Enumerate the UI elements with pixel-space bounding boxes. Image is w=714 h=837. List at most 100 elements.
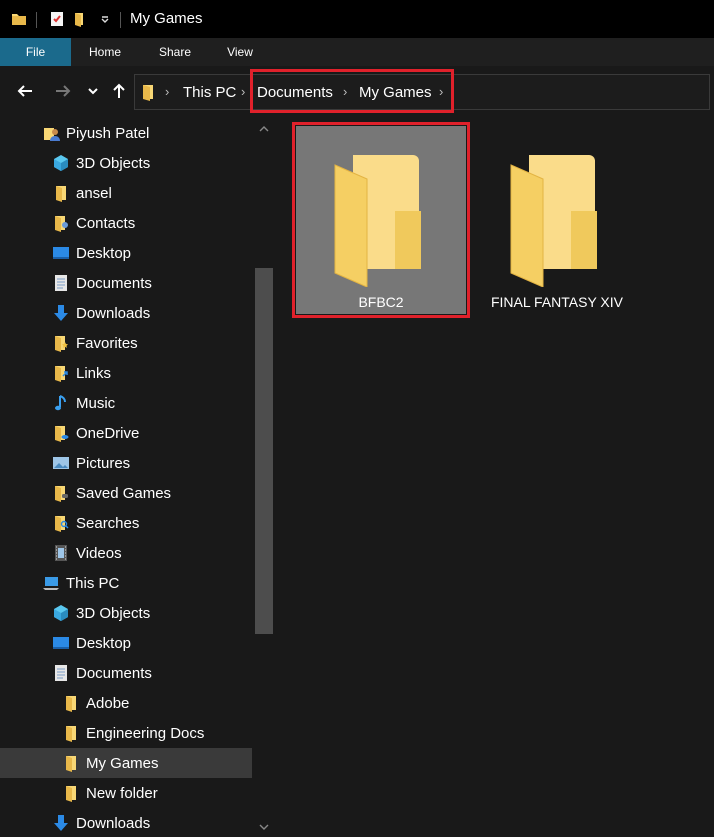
folder-tile-bfbc2[interactable]: BFBC2 <box>296 126 466 314</box>
nav-item-label: Desktop <box>76 635 132 652</box>
up-button[interactable] <box>108 78 130 104</box>
breadcrumb-documents[interactable]: Documents <box>257 84 333 101</box>
folder-icon <box>52 184 70 202</box>
nav-item-label: Desktop <box>76 245 132 262</box>
folder-icon <box>62 754 80 772</box>
scroll-up-icon[interactable] <box>257 122 271 136</box>
nav-scrollbar[interactable] <box>253 118 275 837</box>
nav-item-label: 3D Objects <box>76 155 151 172</box>
nav-item-3d-objects[interactable]: 3D Objects <box>0 598 252 628</box>
nav-item-documents[interactable]: Documents <box>0 658 252 688</box>
folder-name: FINAL FANTASY XIV <box>490 294 623 310</box>
document-icon <box>52 274 70 292</box>
nav-item-pictures[interactable]: Pictures <box>0 448 252 478</box>
navigation-pane: Piyush Patel 3D Objects ansel Contacts D… <box>0 118 276 837</box>
nav-item-onedrive[interactable]: OneDrive <box>0 418 252 448</box>
nav-item-downloads[interactable]: Downloads <box>0 298 252 328</box>
nav-item-label: 3D Objects <box>76 605 151 622</box>
nav-item-music[interactable]: Music <box>0 388 252 418</box>
breadcrumb-separator[interactable]: › <box>439 84 443 99</box>
saved-games-folder-icon <box>52 484 70 502</box>
chevron-down-icon[interactable] <box>96 10 114 28</box>
nav-item-label: Piyush Patel <box>66 125 150 142</box>
back-button[interactable] <box>14 78 36 104</box>
breadcrumb-separator[interactable]: › <box>165 84 169 99</box>
properties-icon[interactable] <box>48 10 66 28</box>
nav-item-3d-objects[interactable]: 3D Objects <box>0 148 252 178</box>
pictures-icon <box>52 454 70 472</box>
tab-view[interactable]: View <box>216 38 264 66</box>
desktop-icon <box>52 244 70 262</box>
nav-item-label: Engineering Docs <box>86 725 205 742</box>
breadcrumb-separator[interactable]: › <box>343 84 347 99</box>
nav-item-links[interactable]: Links <box>0 358 252 388</box>
nav-item-favorites[interactable]: Favorites <box>0 328 252 358</box>
nav-item-label: Videos <box>76 545 122 562</box>
document-icon <box>52 664 70 682</box>
user-folder-icon <box>42 124 60 142</box>
nav-item-label: ansel <box>76 185 112 202</box>
nav-item-label: Downloads <box>76 815 151 832</box>
folder-tile-final-fantasy-xiv[interactable]: FINAL FANTASY XIV <box>472 126 642 314</box>
folder-content-area: BFBC2 FINAL FANTASY XIV <box>276 118 714 837</box>
nav-item-label: Downloads <box>76 305 151 322</box>
nav-item-new-folder[interactable]: New folder <box>0 778 252 808</box>
tab-share[interactable]: Share <box>148 38 202 66</box>
contacts-folder-icon <box>52 214 70 232</box>
nav-item-ansel[interactable]: ansel <box>0 178 252 208</box>
nav-item-label: Links <box>76 365 112 382</box>
nav-item-desktop[interactable]: Desktop <box>0 628 252 658</box>
folder-icon <box>141 83 157 106</box>
download-icon <box>52 304 70 322</box>
nav-item-label: Pictures <box>76 455 131 472</box>
scrollbar-thumb[interactable] <box>255 268 273 634</box>
nav-item-saved-games[interactable]: Saved Games <box>0 478 252 508</box>
nav-item-label: Adobe <box>86 695 130 712</box>
nav-item-desktop[interactable]: Desktop <box>0 238 252 268</box>
navigation-bar: › This PC › Documents › My Games › <box>0 66 714 118</box>
ribbon-tabs: File Home Share View <box>0 38 714 66</box>
links-folder-icon <box>52 364 70 382</box>
nav-item-contacts[interactable]: Contacts <box>0 208 252 238</box>
tab-home[interactable]: Home <box>76 38 134 66</box>
cube-icon <box>52 154 70 172</box>
breadcrumb-my-games[interactable]: My Games <box>359 84 432 101</box>
new-folder-icon[interactable] <box>72 10 90 28</box>
folder-name: BFBC2 <box>358 294 404 310</box>
film-icon <box>52 544 70 562</box>
nav-item-label: Music <box>76 395 116 412</box>
nav-item-label: My Games <box>86 755 159 772</box>
cube-icon <box>52 604 70 622</box>
forward-button[interactable] <box>52 78 74 104</box>
folder-icon[interactable] <box>10 10 28 28</box>
search-folder-icon <box>52 514 70 532</box>
nav-item-adobe[interactable]: Adobe <box>0 688 252 718</box>
recent-locations-button[interactable] <box>82 78 104 104</box>
nav-item-videos[interactable]: Videos <box>0 538 252 568</box>
nav-item-label: New folder <box>86 785 158 802</box>
folder-icon <box>507 151 607 288</box>
nav-item-label: Favorites <box>76 335 138 352</box>
scroll-down-icon[interactable] <box>257 820 271 834</box>
nav-item-label: Searches <box>76 515 140 532</box>
nav-item-my-games[interactable]: My Games <box>0 748 252 778</box>
folder-icon <box>331 151 431 288</box>
tab-file[interactable]: File <box>0 38 71 66</box>
nav-item-downloads[interactable]: Downloads <box>0 808 252 837</box>
breadcrumb-this-pc[interactable]: This PC <box>183 84 236 101</box>
nav-item-piyush-patel[interactable]: Piyush Patel <box>0 118 252 148</box>
folder-icon <box>62 784 80 802</box>
favorites-folder-icon <box>52 334 70 352</box>
nav-item-label: OneDrive <box>76 425 140 442</box>
nav-item-engineering-docs[interactable]: Engineering Docs <box>0 718 252 748</box>
nav-item-this-pc[interactable]: This PC <box>0 568 252 598</box>
onedrive-folder-icon <box>52 424 70 442</box>
music-note-icon <box>52 394 70 412</box>
nav-item-searches[interactable]: Searches <box>0 508 252 538</box>
nav-item-label: Documents <box>76 665 152 682</box>
breadcrumb-separator[interactable]: › <box>241 84 245 99</box>
computer-icon <box>42 574 60 592</box>
folder-icon <box>62 694 80 712</box>
address-bar[interactable]: › This PC › Documents › My Games › <box>134 74 710 110</box>
nav-item-documents[interactable]: Documents <box>0 268 252 298</box>
